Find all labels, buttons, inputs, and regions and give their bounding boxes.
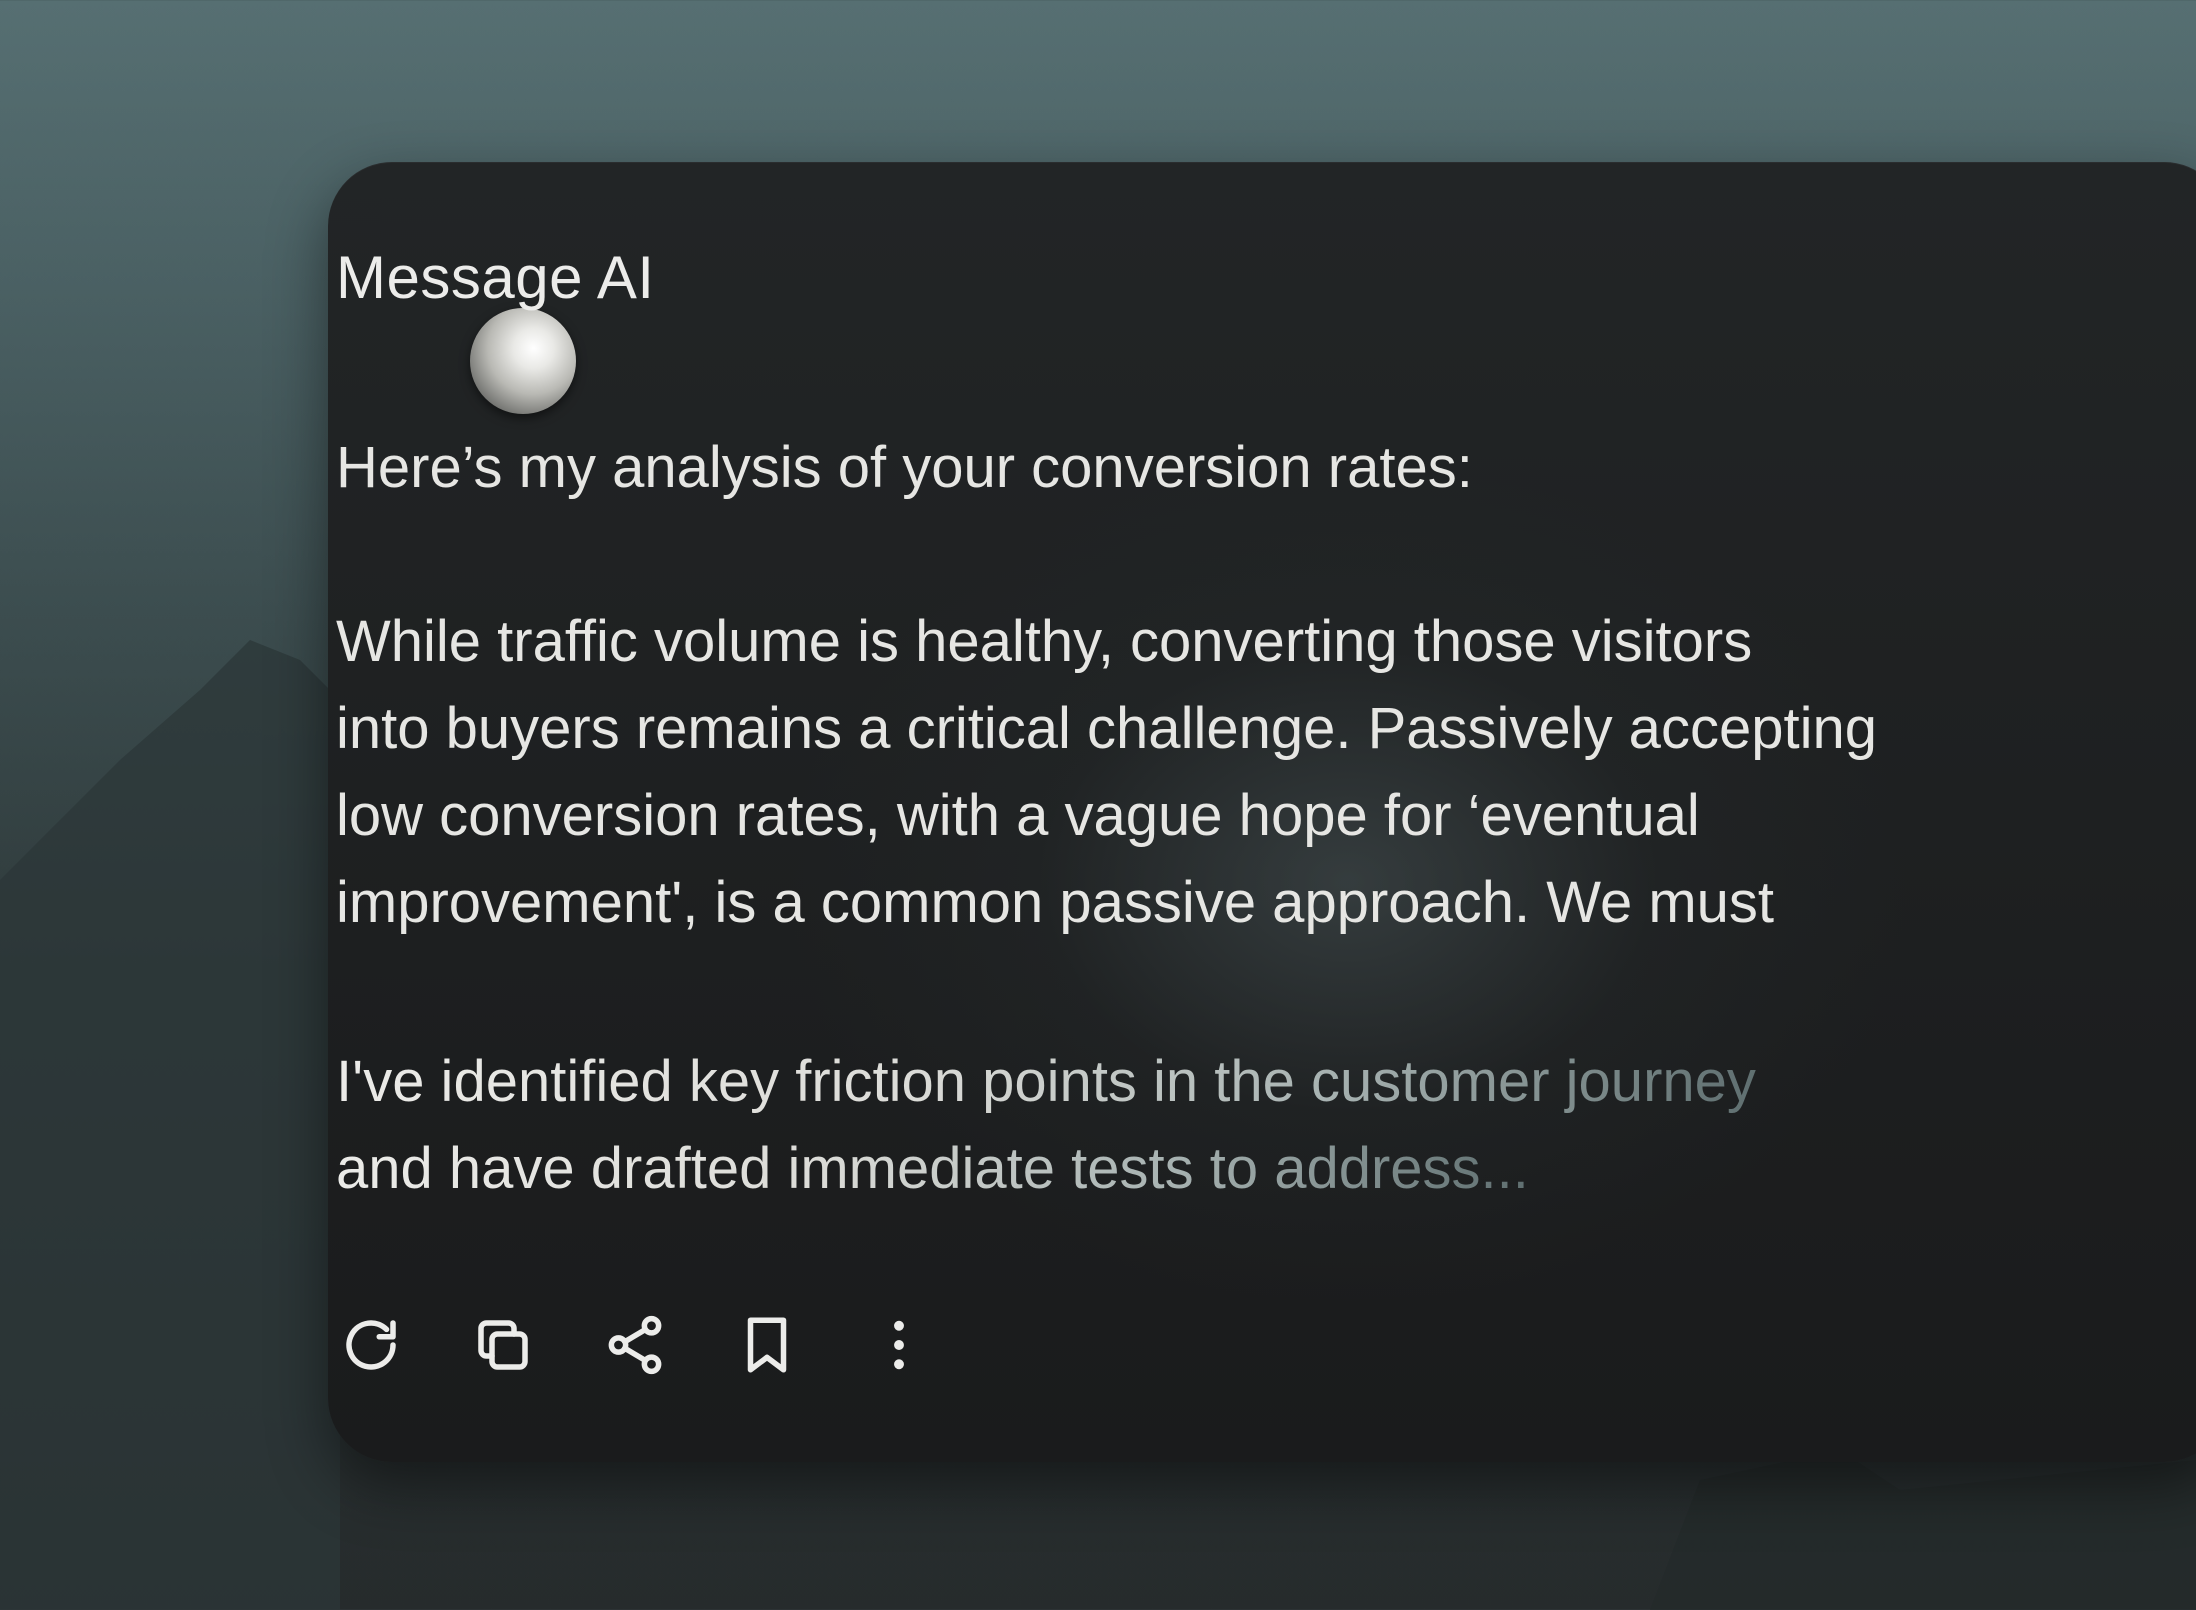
message-intro: Here’s my analysis of your conversion ra…	[336, 435, 1473, 500]
bookmark-button[interactable]	[732, 1310, 802, 1380]
message-body-line: into buyers remains a critical challenge…	[336, 696, 1877, 761]
more-options-button[interactable]	[864, 1310, 934, 1380]
bookmark-icon	[747, 1317, 787, 1373]
copy-button[interactable]	[468, 1310, 538, 1380]
message-body-line: low conversion rates, with a vague hope …	[336, 783, 1700, 848]
message-body: While traffic volume is healthy, convert…	[336, 598, 1877, 946]
refresh-icon	[346, 1320, 396, 1370]
message-faded-body: I've identified key friction points in t…	[336, 1038, 1756, 1212]
message-faded-line: I've identified key friction points in t…	[336, 1049, 1756, 1114]
ai-avatar	[470, 308, 576, 414]
regenerate-button[interactable]	[336, 1310, 406, 1380]
copy-icon	[478, 1320, 528, 1370]
share-button[interactable]	[600, 1310, 670, 1380]
sender-name: Message AI	[336, 244, 655, 311]
message-actions-toolbar	[336, 1310, 996, 1380]
message-body-line: While traffic volume is healthy, convert…	[336, 609, 1753, 674]
share-icon	[608, 1315, 662, 1375]
message-body-line: improvement', is a common passive approa…	[336, 870, 1775, 935]
message-faded-line: and have drafted immediate tests to addr…	[336, 1136, 1529, 1201]
more-vertical-icon	[894, 1320, 904, 1370]
